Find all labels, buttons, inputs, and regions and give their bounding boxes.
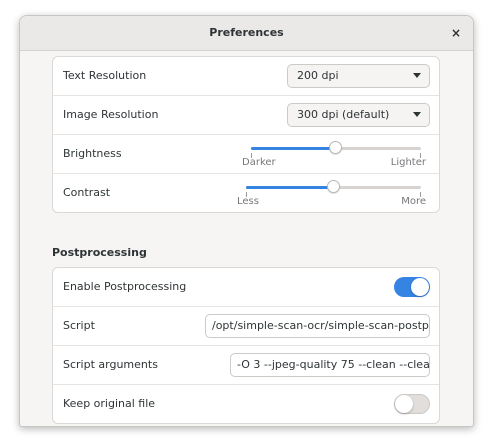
postprocessing-section-title: Postprocessing [52, 246, 147, 259]
script-input[interactable]: /opt/simple-scan-ocr/simple-scan-postpro… [205, 314, 430, 338]
headerbar: Preferences × [20, 16, 473, 51]
script-label: Script [63, 319, 95, 332]
contrast-label: Contrast [63, 186, 111, 199]
script-input-value: /opt/simple-scan-ocr/simple-scan-postpro… [212, 319, 429, 332]
switch-knob [395, 395, 413, 413]
brightness-row: Brightness Darker Lighter [53, 135, 439, 174]
contrast-slider-knob[interactable] [326, 180, 340, 193]
postprocessing-group: Enable Postprocessing Script /opt/simple… [52, 267, 440, 424]
keep-original-label: Keep original file [63, 397, 156, 410]
image-resolution-combo[interactable]: 300 dpi (default) [287, 103, 430, 127]
contrast-slider-fill [246, 186, 334, 189]
script-arguments-row: Script arguments -O 3 --jpeg-quality 75 … [53, 346, 439, 385]
keep-original-switch[interactable] [394, 394, 430, 414]
contrast-slider[interactable]: Less More [237, 174, 426, 212]
brightness-max-label: Lighter [390, 157, 426, 168]
contrast-max-label: More [401, 196, 426, 207]
image-resolution-label: Image Resolution [63, 108, 159, 121]
brightness-slider[interactable]: Darker Lighter [242, 135, 426, 173]
text-resolution-label: Text Resolution [63, 69, 147, 82]
enable-postprocessing-switch[interactable] [394, 277, 430, 297]
chevron-down-icon [413, 73, 421, 78]
contrast-row: Contrast Less More [53, 174, 439, 212]
brightness-min-label: Darker [242, 157, 276, 168]
scanning-group: Text Resolution 200 dpi Image Resolution… [52, 56, 440, 213]
text-resolution-value: 200 dpi [297, 69, 339, 82]
text-resolution-combo[interactable]: 200 dpi [287, 64, 430, 88]
chevron-down-icon [413, 112, 421, 117]
script-arguments-input-value: -O 3 --jpeg-quality 75 --clean --clean-f… [237, 358, 430, 371]
enable-postprocessing-row: Enable Postprocessing [53, 268, 439, 307]
window-title: Preferences [209, 26, 284, 39]
brightness-slider-knob[interactable] [329, 141, 342, 154]
image-resolution-value: 300 dpi (default) [297, 108, 390, 121]
image-resolution-row: Image Resolution 300 dpi (default) [53, 96, 439, 135]
contrast-min-label: Less [237, 196, 259, 207]
script-arguments-label: Script arguments [63, 358, 158, 371]
keep-original-row: Keep original file [53, 385, 439, 423]
text-resolution-row: Text Resolution 200 dpi [53, 57, 439, 96]
close-icon: × [450, 26, 462, 40]
preferences-content: Text Resolution 200 dpi Image Resolution… [20, 51, 473, 426]
script-row: Script /opt/simple-scan-ocr/simple-scan-… [53, 307, 439, 346]
brightness-slider-fill [251, 147, 336, 150]
preferences-dialog: Preferences × Text Resolution 200 dpi Im… [19, 15, 474, 427]
brightness-label: Brightness [63, 147, 122, 160]
switch-knob [411, 278, 429, 296]
enable-postprocessing-label: Enable Postprocessing [63, 280, 187, 293]
close-button[interactable]: × [445, 22, 467, 44]
script-arguments-input[interactable]: -O 3 --jpeg-quality 75 --clean --clean-f… [230, 353, 430, 377]
